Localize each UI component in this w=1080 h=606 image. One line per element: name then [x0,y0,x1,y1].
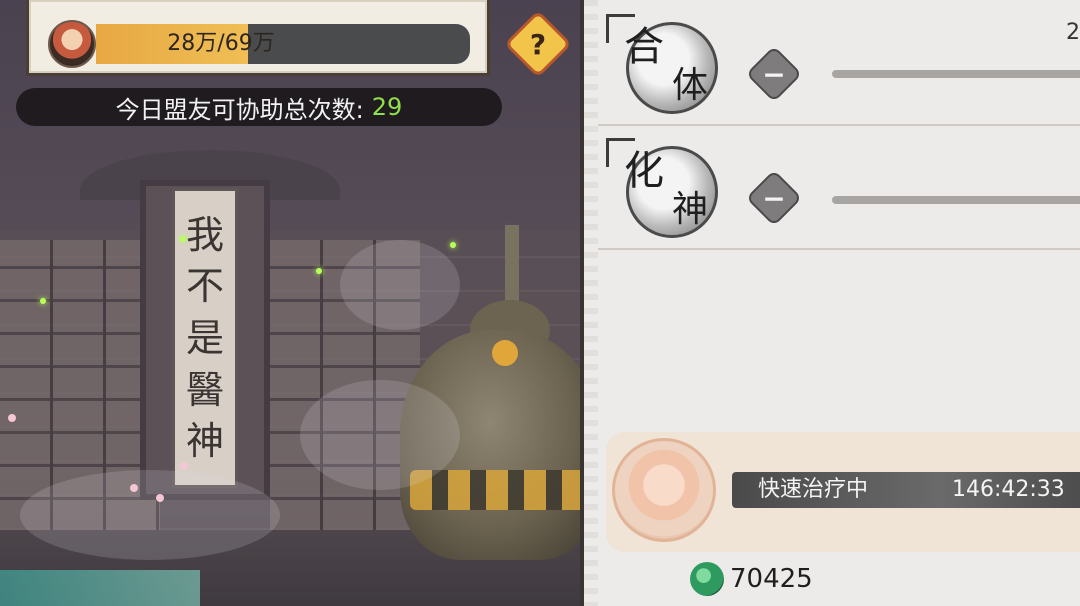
blossom [130,484,138,492]
paper-edge [584,0,598,606]
decrease-button[interactable]: − [745,45,803,103]
scroll-char: 我 [185,212,224,257]
smoke-cloud [340,240,460,330]
spirit-pool [0,570,200,606]
incense-urn-spire [505,225,519,305]
hanging-scroll: 我 不 是 醫 神 [172,188,238,488]
incense-urn-gold-band [410,470,590,510]
scroll-char: 醫 [185,367,224,412]
ally-assist-label: 今日盟友可协助总次数: [115,95,364,124]
smoke-cloud [20,470,280,560]
scroll-char: 不 [185,264,224,309]
incense-urn-gold-ornament [492,340,518,366]
firefly [40,298,46,304]
minus-icon: − [762,181,786,215]
player-avatar[interactable] [48,20,96,68]
realm-name-char: 化 [624,148,664,194]
realm-count: 2 [1066,20,1080,45]
scroll-char: 是 [185,315,224,360]
ally-assist-value: 29 [371,93,403,121]
currency-value: 70425 [730,564,813,594]
realm-name-char: 合 [624,24,664,70]
decrease-button[interactable]: − [745,169,803,227]
ally-assist-count-pill: 今日盟友可协助总次数: 29 [16,88,502,126]
healing-pill-icon [612,438,716,542]
blossom [8,414,16,422]
blossom [180,462,188,470]
question-icon: ? [529,27,547,61]
treatment-label: 快速治疗中 [758,477,869,502]
realm-slider[interactable] [832,70,1080,78]
smoke-cloud [300,380,460,490]
treatment-timer: 146:42:33 [952,477,1065,502]
firefly [180,236,186,242]
minus-icon: − [762,57,786,91]
realm-row-heti: 合 体 − [598,0,1080,126]
heal-progress-text: 28万/69万 [167,31,275,56]
realm-name-char: 神 [672,189,709,230]
firefly [450,242,456,248]
jade-icon [690,562,724,596]
realm-name-char: 体 [672,65,709,106]
realm-row-huashen: 化 神 − [598,124,1080,250]
blossom [156,494,164,502]
scroll-char: 神 [185,419,224,464]
realm-slider[interactable] [832,196,1080,204]
firefly [316,268,322,274]
